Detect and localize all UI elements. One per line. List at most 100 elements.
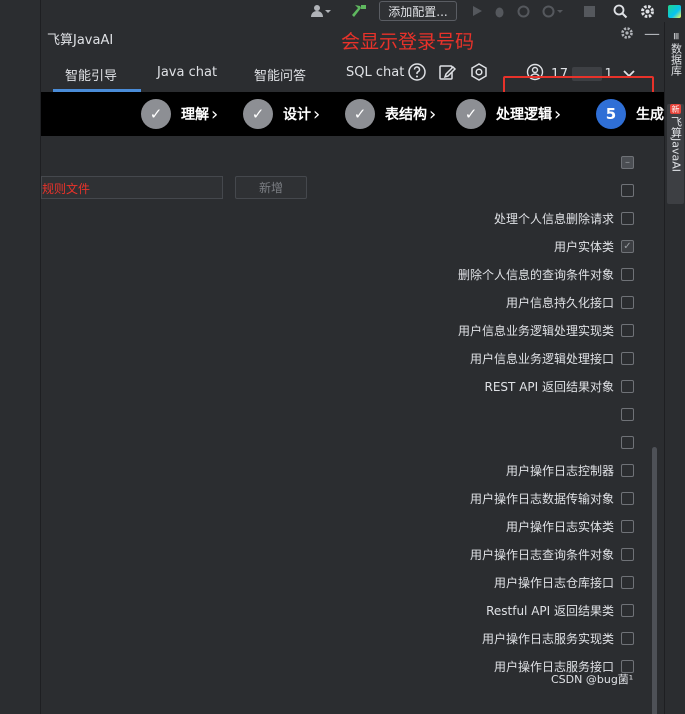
list-item[interactable]: 删除个人信息的查询条件对象 (458, 260, 634, 288)
list-item[interactable]: 用户操作日志仓库接口 (494, 568, 634, 596)
rule-file-input[interactable]: 规则文件 (41, 176, 223, 199)
file-label: 用户操作日志服务实现类 (481, 631, 614, 646)
main-tabs: 智能引导 Java chat 智能问答 SQL chat 17 1 (41, 58, 664, 128)
build-hammer-icon[interactable] (349, 1, 371, 21)
scrollbar[interactable] (652, 447, 657, 714)
checkbox[interactable] (621, 519, 634, 533)
list-item[interactable] (614, 400, 634, 428)
tab-sql-chat[interactable]: SQL chat (346, 65, 404, 85)
step-label: 表结构 (385, 107, 427, 123)
step-generate[interactable]: 5 生成 (596, 98, 664, 130)
chevron-right-icon: › (429, 103, 437, 125)
checkbox[interactable] (621, 491, 634, 505)
checkbox-partial[interactable]: – (621, 155, 634, 169)
list-item[interactable] (614, 176, 634, 204)
step-label: 生成 (636, 107, 664, 123)
tab-java-chat[interactable]: Java chat (157, 65, 217, 85)
annotation-text: 会显示登录号码 (341, 31, 475, 53)
feisuan-tool-tab[interactable]: 新 飞算JavaAI (667, 104, 684, 204)
stop-icon[interactable] (581, 1, 597, 21)
checkbox[interactable] (621, 435, 634, 449)
check-icon: ✓ (243, 99, 273, 129)
checkbox[interactable] (621, 547, 634, 561)
watermark: CSDN @bug菌¹ (551, 673, 634, 686)
help-icon[interactable] (407, 62, 427, 82)
list-item[interactable]: 用户操作日志查询条件对象 (470, 540, 634, 568)
list-item[interactable]: 用户操作日志服务实现类 (482, 624, 634, 652)
checkbox[interactable] (621, 575, 634, 589)
database-tab-label: 数据库 (669, 43, 683, 77)
ide-toolbar: 添加配置... (41, 0, 681, 22)
coverage-icon[interactable] (515, 1, 531, 21)
panel-minimize-icon[interactable]: — (644, 24, 660, 43)
file-label: 用户信息持久化接口 (505, 295, 614, 310)
checkbox[interactable] (621, 323, 634, 337)
user-dropdown-icon[interactable] (306, 1, 336, 21)
ide-logo-icon (665, 1, 683, 21)
list-item[interactable]: 用户实体类 ✓ (554, 232, 634, 260)
chevron-right-icon: › (313, 103, 321, 125)
list-item[interactable]: 处理个人信息删除请求 (494, 204, 634, 232)
check-icon: ✓ (456, 99, 486, 129)
checkbox[interactable] (621, 379, 634, 393)
file-selection-panel: 规则文件 新增 – 处理个人信息删除请求用户实体类 ✓ 删除个人信息的查询条件对象用户… (41, 155, 664, 714)
progress-steps: ✓ 理解 › ✓ 设计 › ✓ 表结构 › ✓ 处理逻辑 › 5 生成 (41, 92, 664, 136)
step-logic[interactable]: ✓ 处理逻辑 › (456, 98, 561, 130)
checkbox[interactable] (621, 211, 634, 225)
list-item[interactable]: 用户信息持久化接口 (506, 288, 634, 316)
checkbox[interactable] (621, 603, 634, 617)
file-label: 处理个人信息删除请求 (493, 211, 614, 226)
tab-smart-guide[interactable]: 智能引导 (65, 65, 117, 85)
list-item[interactable]: Restful API 返回结果类 (486, 596, 634, 624)
content-area: 规则文件 新增 – 处理个人信息删除请求用户实体类 ✓ 删除个人信息的查询条件对象用户… (41, 136, 664, 714)
checkbox[interactable] (621, 295, 634, 309)
checkbox[interactable] (621, 351, 634, 365)
check-icon: ✓ (345, 99, 375, 129)
edit-icon[interactable] (437, 62, 457, 82)
step-number: 5 (596, 99, 626, 129)
settings-hexagon-icon[interactable] (469, 62, 489, 82)
add-button[interactable]: 新增 (235, 176, 307, 199)
database-icon: ≡ (670, 32, 681, 41)
file-label: 用户操作日志数据传输对象 (469, 491, 614, 506)
checkbox[interactable] (621, 407, 634, 421)
feisuan-panel: 飞算JavaAI — 会显示登录号码 智能引导 Java chat 智能问答 S… (41, 22, 664, 714)
step-design[interactable]: ✓ 设计 › (243, 98, 320, 130)
panel-settings-icon[interactable] (620, 26, 634, 44)
list-item[interactable]: – (614, 148, 634, 176)
checkbox[interactable] (621, 183, 634, 197)
left-tool-strip (0, 0, 41, 714)
list-item[interactable]: 用户操作日志实体类 (506, 512, 634, 540)
file-label: 用户信息业务逻辑处理接口 (469, 351, 614, 366)
list-item[interactable]: REST API 返回结果对象 (485, 372, 634, 400)
step-table-structure[interactable]: ✓ 表结构 › (345, 98, 436, 130)
checkbox[interactable] (621, 463, 634, 477)
debug-icon[interactable] (491, 1, 507, 21)
gear-icon[interactable] (638, 1, 656, 21)
file-label: 删除个人信息的查询条件对象 (457, 267, 614, 282)
list-item[interactable]: 用户操作日志数据传输对象 (470, 484, 634, 512)
ide-window: 添加配置... ≡ 数据库 新 飞算JavaAI 飞算JavaAI — 会显示登… (0, 0, 685, 714)
tab-smart-qa[interactable]: 智能问答 (254, 65, 306, 85)
list-item[interactable]: 用户信息业务逻辑处理接口 (470, 344, 634, 372)
profiler-dropdown-icon[interactable] (541, 1, 567, 21)
file-label: 用户操作日志实体类 (505, 519, 614, 534)
check-icon: ✓ (141, 99, 171, 129)
chevron-right-icon: › (554, 103, 562, 125)
database-tool-tab[interactable]: ≡ 数据库 (667, 32, 684, 102)
checkbox-checked[interactable]: ✓ (621, 239, 634, 253)
file-label: 用户操作日志查询条件对象 (469, 547, 614, 562)
run-icon[interactable] (469, 1, 485, 21)
file-label: Restful API 返回结果类 (486, 603, 614, 618)
right-tool-strip: ≡ 数据库 新 飞算JavaAI (664, 22, 685, 714)
step-understand[interactable]: ✓ 理解 › (141, 98, 218, 130)
search-icon[interactable] (611, 1, 629, 21)
panel-title: 飞算JavaAI (47, 33, 114, 48)
list-item[interactable]: 用户操作日志控制器 (506, 456, 634, 484)
list-item[interactable] (614, 428, 634, 456)
list-item[interactable]: 用户信息业务逻辑处理实现类 (458, 316, 634, 344)
checkbox[interactable] (621, 631, 634, 645)
step-label: 设计 (283, 107, 311, 123)
checkbox[interactable] (621, 267, 634, 281)
run-config-selector[interactable]: 添加配置... (379, 1, 457, 21)
